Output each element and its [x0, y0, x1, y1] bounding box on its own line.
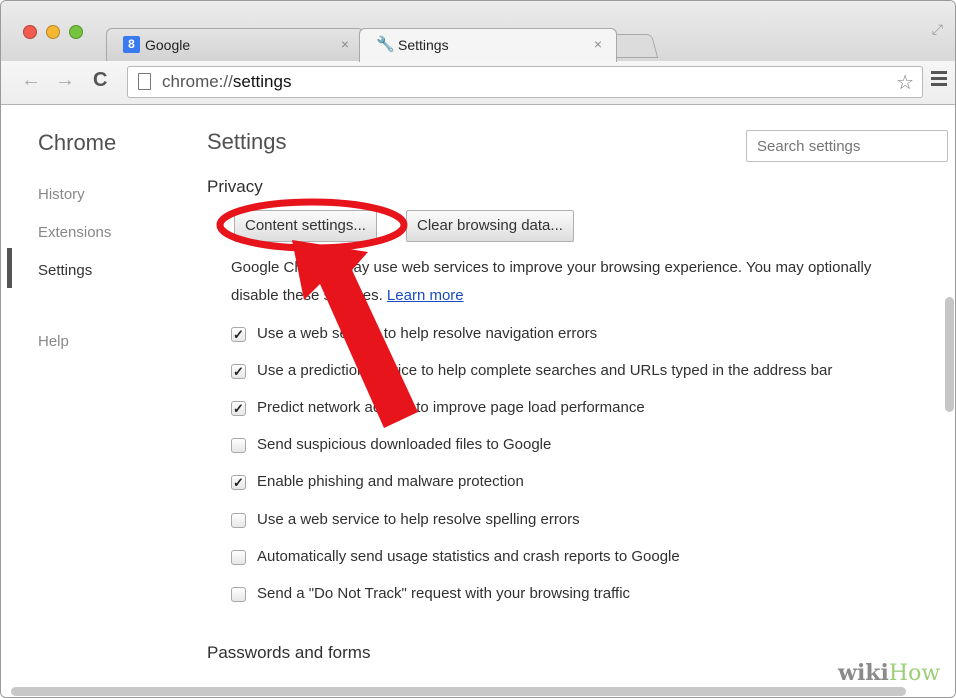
- close-tab-icon[interactable]: ×: [341, 36, 349, 52]
- minimize-window-button[interactable]: [46, 25, 60, 39]
- new-tab-button[interactable]: [609, 34, 659, 58]
- clear-browsing-data-button[interactable]: Clear browsing data...: [406, 210, 574, 242]
- checkbox-checked[interactable]: ✓: [231, 475, 246, 490]
- sidebar: Chrome History Extensions Settings Help: [1, 106, 191, 691]
- passwords-forms-heading: Passwords and forms: [207, 643, 371, 662]
- sidebar-item-extensions[interactable]: Extensions: [38, 224, 111, 241]
- wikihow-watermark: wikiHow: [838, 660, 941, 686]
- privacy-description: Google Chrome may use web services to im…: [231, 259, 872, 304]
- checkbox-unchecked[interactable]: [231, 587, 246, 602]
- vertical-scrollbar[interactable]: [945, 297, 954, 412]
- horizontal-scrollbar-track: [1, 687, 955, 697]
- forward-icon[interactable]: →: [55, 69, 75, 92]
- search-settings-input[interactable]: [746, 130, 948, 162]
- fullscreen-icon[interactable]: ⤢: [932, 21, 943, 38]
- zoom-window-button[interactable]: [69, 25, 83, 39]
- sidebar-item-help[interactable]: Help: [38, 333, 69, 350]
- learn-more-link[interactable]: Learn more: [387, 287, 464, 304]
- url-text[interactable]: chrome://settings: [162, 72, 291, 92]
- checkbox-checked[interactable]: ✓: [231, 364, 246, 379]
- wrench-icon: 🔧: [376, 36, 395, 53]
- close-tab-icon[interactable]: ×: [594, 36, 602, 52]
- tab-title: Settings: [398, 37, 449, 53]
- horizontal-scrollbar[interactable]: [11, 687, 906, 696]
- option-label: Predict network actions to improve page …: [257, 399, 645, 416]
- option-label: Use a web service to help resolve naviga…: [257, 325, 598, 342]
- tab-google[interactable]: 8 Google ×: [106, 28, 364, 62]
- checkbox-checked[interactable]: ✓: [231, 327, 246, 342]
- option-label: Use a prediction service to help complet…: [257, 362, 833, 379]
- address-bar[interactable]: chrome://settings ☆: [127, 66, 923, 98]
- privacy-heading: Privacy: [207, 177, 263, 196]
- sidebar-title: Chrome: [38, 130, 117, 155]
- close-window-button[interactable]: [23, 25, 37, 39]
- checkbox-unchecked[interactable]: [231, 438, 246, 453]
- back-icon[interactable]: ←: [21, 69, 41, 92]
- option-label: Send suspicious downloaded files to Goog…: [257, 436, 552, 453]
- content-settings-button[interactable]: Content settings...: [234, 210, 377, 242]
- page-icon: [138, 73, 151, 90]
- option-label: Use a web service to help resolve spelli…: [257, 511, 580, 528]
- reload-icon[interactable]: C: [93, 69, 107, 92]
- browser-window: 8 Google × 🔧 Settings × ⤢ ← → C chrome:/…: [0, 0, 956, 698]
- page-title: Settings: [207, 129, 287, 154]
- option-label: Send a "Do Not Track" request with your …: [257, 585, 631, 602]
- option-label: Automatically send usage statistics and …: [257, 548, 680, 565]
- sidebar-item-settings[interactable]: Settings: [38, 262, 92, 279]
- checkbox-checked[interactable]: ✓: [231, 401, 246, 416]
- checkbox-unchecked[interactable]: [231, 550, 246, 565]
- checkbox-unchecked[interactable]: [231, 513, 246, 528]
- option-label: Enable phishing and malware protection: [257, 473, 524, 490]
- toolbar: ← → C chrome://settings ☆: [1, 61, 955, 105]
- sidebar-item-history[interactable]: History: [38, 186, 85, 203]
- bookmark-star-icon[interactable]: ☆: [896, 70, 914, 95]
- tab-strip: 8 Google × 🔧 Settings × ⤢: [1, 1, 955, 62]
- tab-settings[interactable]: 🔧 Settings ×: [359, 28, 617, 62]
- tab-title: Google: [145, 37, 191, 53]
- google-favicon-icon: 8: [123, 36, 140, 53]
- selected-item-marker: [7, 248, 12, 288]
- menu-icon[interactable]: [931, 71, 947, 89]
